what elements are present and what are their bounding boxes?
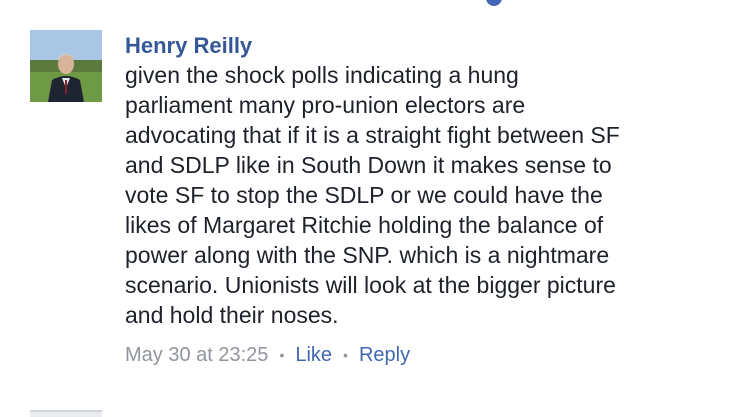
comment-line: parliament many pro-union electors are (125, 92, 526, 118)
comment-line: vote SF to stop the SDLP or we could hav… (125, 182, 603, 208)
previous-comment-actions-remnant (128, 0, 548, 6)
comment-thread: Henry Reilly given the shock polls indic… (0, 0, 750, 417)
comment-line: scenario. Unionists will look at the big… (125, 272, 616, 298)
comment-line: and hold their noses. (125, 302, 339, 328)
comment-line: given the shock polls indicating a hung (125, 62, 519, 88)
comment-line: power along with the SNP. which is a nig… (125, 242, 610, 268)
comment-author[interactable]: Henry Reilly (125, 32, 252, 60)
avatar[interactable] (30, 30, 102, 102)
like-button[interactable]: Like (295, 342, 332, 368)
next-comment-avatar-remnant (30, 410, 102, 417)
comment-line: advocating that if it is a straight figh… (125, 122, 620, 148)
separator-dot: • (279, 347, 285, 363)
comment-timestamp[interactable]: May 30 at 23:25 (125, 342, 268, 368)
comment-body: Henry Reilly given the shock polls indic… (125, 30, 725, 368)
reaction-icon (486, 0, 502, 6)
comment-text: given the shock polls indicating a hung … (125, 60, 725, 330)
reply-button[interactable]: Reply (359, 342, 410, 368)
comment-line: likes of Margaret Ritchie holding the ba… (125, 212, 604, 238)
profile-photo-icon (30, 30, 102, 102)
separator-dot: • (343, 347, 348, 363)
comment-line: and SDLP like in South Down it makes sen… (125, 152, 612, 178)
comment-actions: May 30 at 23:25 • Like • Reply (125, 342, 725, 368)
